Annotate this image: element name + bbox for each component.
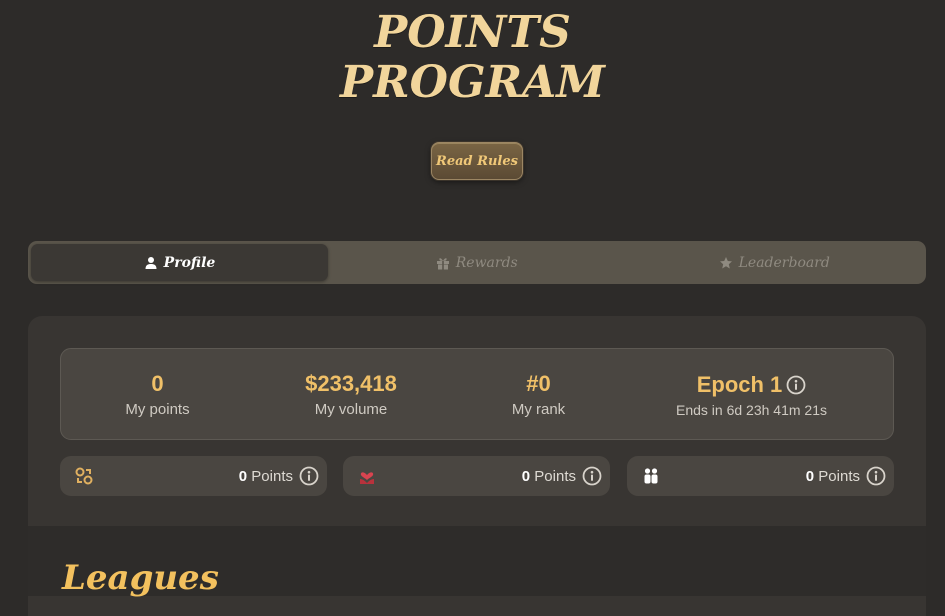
- stat-points-value: 0: [151, 371, 164, 396]
- referral-points-unit: Points: [818, 467, 860, 485]
- stat-rank: #0 My rank: [448, 349, 629, 439]
- stat-rank-value: #0: [526, 371, 551, 396]
- stat-epoch: Epoch 1 Ends in 6d 23h 41m 21s: [629, 349, 874, 439]
- read-rules-button[interactable]: Read Rules: [431, 142, 523, 180]
- liquidity-points-card: 0 Points: [343, 456, 610, 496]
- tab-leaderboard-label: Leaderboard: [738, 254, 830, 271]
- gift-icon: [436, 257, 449, 269]
- trading-points-card: 0 Points: [60, 456, 327, 496]
- coins-swap-icon: [75, 467, 93, 485]
- stats-card: 0 My points $233,418 My volume #0 My ran…: [60, 348, 894, 440]
- star-icon: [719, 256, 732, 268]
- tab-leaderboard[interactable]: Leaderboard: [626, 244, 924, 281]
- trading-points-unit: Points: [251, 467, 293, 485]
- liquidity-points-value-row: 0 Points: [522, 466, 602, 486]
- trading-points-value-row: 0 Points: [239, 466, 319, 486]
- tab-rewards-label: Rewards: [455, 254, 518, 271]
- stat-points-label: My points: [125, 401, 190, 418]
- stat-points: 0 My points: [61, 349, 254, 439]
- referral-points-value: 0: [805, 467, 815, 485]
- stat-epoch-value-row: Epoch 1: [697, 371, 807, 399]
- liquidity-points-unit: Points: [534, 467, 576, 485]
- tab-bar: Profile Rewards Leaderboard: [28, 241, 926, 284]
- stat-volume-value: $233,418: [305, 371, 397, 396]
- info-icon[interactable]: [786, 375, 806, 395]
- referral-points-card: 0 Points: [627, 456, 894, 496]
- info-icon[interactable]: [866, 466, 886, 486]
- leagues-title: Leagues: [62, 558, 219, 598]
- tab-profile[interactable]: Profile: [31, 244, 328, 281]
- referral-points-value-row: 0 Points: [806, 466, 886, 486]
- page-title-line2: PROGRAM: [340, 57, 605, 108]
- info-icon[interactable]: [299, 466, 319, 486]
- stat-rank-label: My rank: [511, 401, 566, 418]
- page-title-line1: POINTS: [374, 7, 571, 58]
- trading-points-value: 0: [238, 467, 248, 485]
- tab-profile-label: Profile: [163, 254, 216, 271]
- info-icon[interactable]: [582, 466, 602, 486]
- stat-epoch-value: Epoch 1: [696, 371, 783, 397]
- user-icon: [145, 256, 157, 269]
- stat-volume-label: My volume: [314, 401, 388, 418]
- stat-epoch-countdown: Ends in 6d 23h 41m 21s: [676, 401, 827, 418]
- heart-hands-icon: [360, 472, 374, 484]
- people-icon: [644, 468, 658, 484]
- liquidity-points-value: 0: [521, 467, 531, 485]
- tab-rewards[interactable]: Rewards: [328, 244, 626, 281]
- stat-volume: $233,418 My volume: [254, 349, 448, 439]
- page-title: POINTS PROGRAM: [0, 8, 945, 108]
